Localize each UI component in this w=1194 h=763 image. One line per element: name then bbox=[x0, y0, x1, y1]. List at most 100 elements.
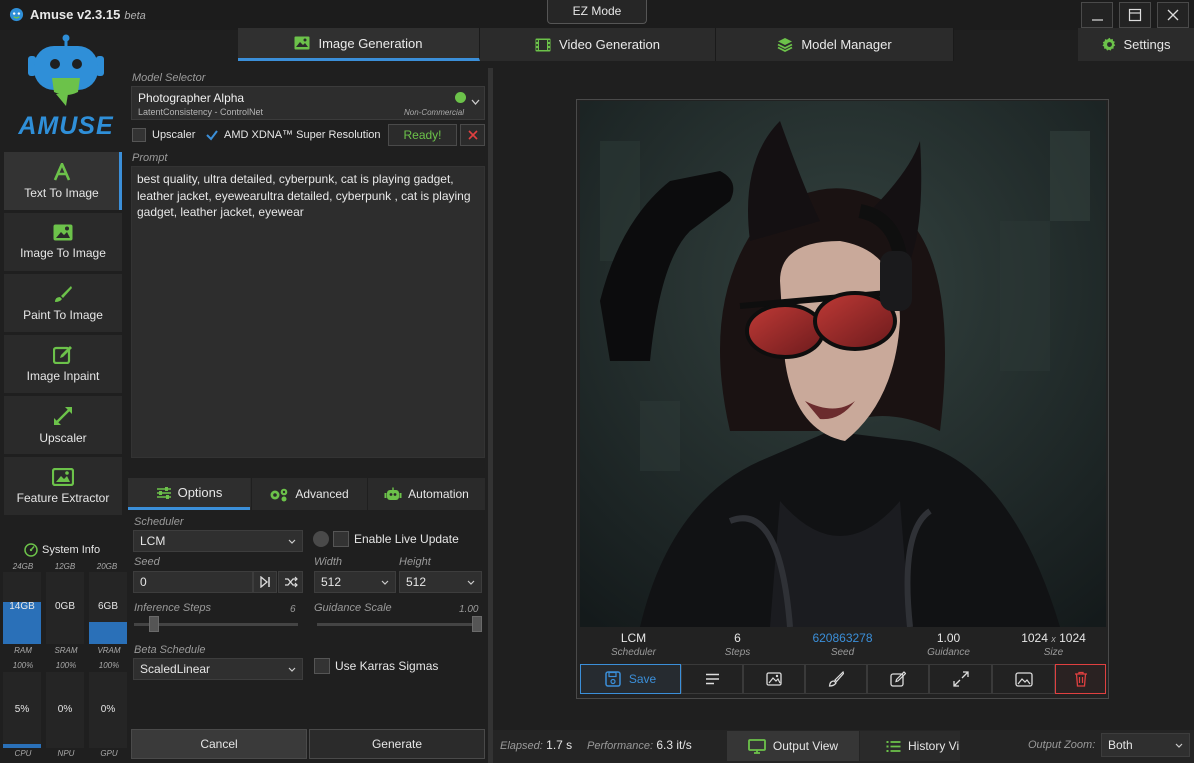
edit-icon bbox=[53, 346, 72, 364]
sram-capacity: 12GB bbox=[54, 562, 76, 571]
tab-video-generation[interactable]: Video Generation bbox=[480, 28, 716, 61]
gauge-icon bbox=[24, 543, 38, 557]
guidance-value: 1.00 bbox=[459, 604, 479, 615]
beta-schedule-value: ScaledLinear bbox=[140, 662, 211, 676]
vram-label: VRAM bbox=[97, 646, 121, 655]
result-guidance: 1.00 bbox=[936, 631, 961, 645]
beta-schedule-label: Beta Schedule bbox=[134, 644, 206, 656]
send-to-inpaint-button[interactable] bbox=[867, 664, 929, 694]
generated-image[interactable] bbox=[580, 101, 1106, 627]
upscaler-option[interactable]: Upscaler bbox=[132, 128, 195, 142]
expand-icon bbox=[54, 406, 72, 425]
beta-schedule-select[interactable]: ScaledLinear bbox=[133, 658, 303, 680]
generate-button[interactable]: Generate bbox=[309, 729, 485, 759]
steps-label: Inference Steps bbox=[134, 602, 212, 614]
result-size: 1024 x 1024 bbox=[1011, 631, 1096, 645]
xdna-option[interactable]: AMD XDNA™ Super Resolution bbox=[205, 128, 381, 142]
ez-mode-button[interactable]: EZ Mode bbox=[547, 0, 647, 24]
save-label: Save bbox=[628, 672, 657, 686]
seed-reset-button[interactable] bbox=[253, 571, 277, 593]
sram-value: 0GB bbox=[54, 601, 75, 612]
image-icon bbox=[766, 672, 782, 686]
tab-model-manager[interactable]: Model Manager bbox=[716, 28, 954, 61]
close-button[interactable] bbox=[1157, 2, 1189, 28]
live-update-toggle[interactable] bbox=[313, 531, 329, 547]
save-button[interactable]: Save bbox=[580, 664, 681, 694]
tab-label: Video Generation bbox=[559, 37, 660, 52]
vram-bar: 6GB bbox=[89, 572, 127, 644]
panel-splitter[interactable] bbox=[488, 68, 493, 763]
live-update-option[interactable]: Enable Live Update bbox=[333, 531, 459, 547]
seed-input[interactable]: 0 bbox=[133, 571, 253, 593]
performance-info: Performance: 6.3 it/s bbox=[587, 738, 692, 752]
unload-button[interactable] bbox=[460, 124, 485, 146]
height-select[interactable]: 512 bbox=[399, 571, 482, 593]
film-icon bbox=[535, 38, 551, 51]
chevron-down-icon bbox=[1175, 743, 1183, 748]
tab-options[interactable]: Options bbox=[128, 478, 250, 510]
checkmark-icon[interactable] bbox=[205, 128, 219, 142]
status-ready: Ready! bbox=[388, 124, 457, 146]
shuffle-icon bbox=[284, 576, 298, 588]
system-info-title: System Info bbox=[42, 544, 101, 556]
restore-icon bbox=[1128, 8, 1142, 22]
sidebar-item-image-to-image[interactable]: Image To Image bbox=[4, 213, 122, 271]
steps-slider[interactable] bbox=[134, 616, 298, 632]
seed-random-button[interactable] bbox=[278, 571, 303, 593]
delete-button[interactable] bbox=[1055, 664, 1106, 694]
prompt-input[interactable]: best quality, ultra detailed, cyberpunk,… bbox=[131, 166, 485, 458]
maximize-button[interactable] bbox=[1119, 2, 1151, 28]
close-icon bbox=[467, 130, 478, 140]
karras-option[interactable]: Use Karras Sigmas bbox=[314, 658, 438, 674]
sidebar-item-paint-to-image[interactable]: Paint To Image bbox=[4, 274, 122, 332]
ram-label: RAM bbox=[14, 646, 32, 655]
upscaler-checkbox[interactable] bbox=[132, 128, 146, 142]
cpu-value: 5% bbox=[14, 704, 30, 715]
sidebar-item-text-to-image[interactable]: Text To Image bbox=[4, 152, 122, 210]
model-status-dot bbox=[455, 92, 466, 103]
model-name: Photographer Alpha bbox=[138, 91, 245, 105]
tab-automation[interactable]: Automation bbox=[367, 478, 485, 510]
image-icon bbox=[294, 36, 310, 50]
brush-icon bbox=[828, 671, 844, 687]
gear-icon bbox=[1101, 37, 1115, 51]
settings-button[interactable]: Settings bbox=[1078, 28, 1194, 61]
performance-label: Performance: bbox=[587, 740, 654, 752]
upscaler-label: Upscaler bbox=[152, 129, 196, 141]
scheduler-value: LCM bbox=[140, 534, 166, 548]
scheduler-select[interactable]: LCM bbox=[133, 530, 303, 552]
result-seed[interactable]: 620863278 bbox=[800, 631, 885, 645]
guidance-slider[interactable] bbox=[317, 616, 482, 632]
chevron-down-icon bbox=[288, 539, 296, 544]
cancel-button[interactable]: Cancel bbox=[131, 729, 307, 759]
tab-image-generation[interactable]: Image Generation bbox=[238, 28, 480, 61]
sidebar-item-feature-extractor[interactable]: Feature Extractor bbox=[4, 457, 122, 515]
elapsed-label: Elapsed: bbox=[500, 740, 543, 752]
send-to-image-button[interactable] bbox=[743, 664, 805, 694]
send-to-extractor-button[interactable] bbox=[992, 664, 1055, 694]
app-icon bbox=[9, 7, 24, 22]
brush-icon bbox=[55, 285, 72, 302]
details-button[interactable] bbox=[681, 664, 743, 694]
logo-text: AMUSE bbox=[18, 112, 114, 140]
history-view-button[interactable]: History Vi bbox=[860, 731, 960, 761]
cpu-bar: 5% bbox=[3, 672, 41, 748]
model-select[interactable]: Photographer Alpha LatentConsistency - C… bbox=[131, 86, 485, 120]
send-to-paint-button[interactable] bbox=[805, 664, 867, 694]
karras-checkbox[interactable] bbox=[314, 658, 330, 674]
system-info-header: System Info bbox=[24, 543, 100, 557]
sidebar-item-image-inpaint[interactable]: Image Inpaint bbox=[4, 335, 122, 393]
text-icon bbox=[53, 162, 70, 181]
width-select[interactable]: 512 bbox=[314, 571, 396, 593]
sidebar-item-upscaler[interactable]: Upscaler bbox=[4, 396, 122, 454]
result-size-label: Size bbox=[1043, 647, 1064, 658]
live-update-checkbox[interactable] bbox=[333, 531, 349, 547]
tab-advanced[interactable]: Advanced bbox=[251, 478, 366, 510]
cpu-label: CPU bbox=[14, 749, 32, 758]
tab-label: Model Manager bbox=[801, 37, 892, 52]
output-view-button[interactable]: Output View bbox=[727, 731, 859, 761]
output-zoom-select[interactable]: Both bbox=[1101, 733, 1190, 757]
send-to-upscaler-button[interactable] bbox=[929, 664, 992, 694]
model-sub: LatentConsistency - ControlNet bbox=[138, 107, 264, 117]
minimize-button[interactable] bbox=[1081, 2, 1113, 28]
